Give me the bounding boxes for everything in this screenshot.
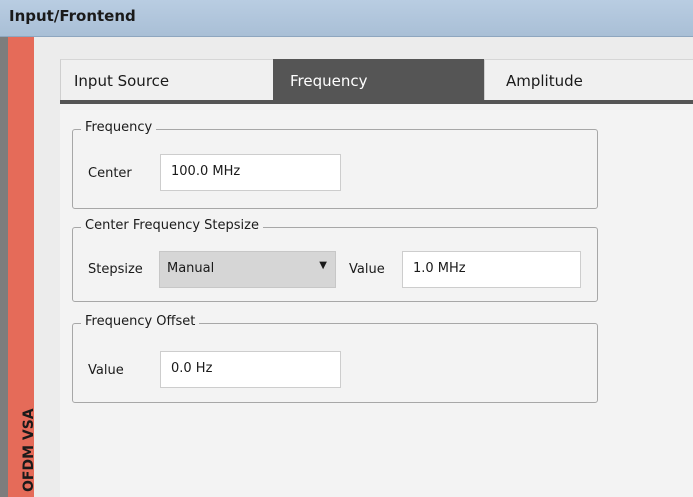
frequency-panel: Frequency Center 100.0 MHz Center Freque… <box>60 104 693 497</box>
frequency-offset-input[interactable]: 0.0 Hz <box>160 351 341 388</box>
stepsize-dropdown[interactable]: Manual ▼ <box>159 251 336 288</box>
window-title: Input/Frontend <box>9 7 136 25</box>
tab-label: Amplitude <box>506 72 583 90</box>
stepsize-group-title: Center Frequency Stepsize <box>81 218 263 233</box>
tab-frequency[interactable]: Frequency <box>273 59 484 103</box>
frequency-offset-group-title: Frequency Offset <box>81 314 200 329</box>
offset-value-label: Value <box>88 363 124 378</box>
stepsize-label: Stepsize <box>88 262 143 277</box>
title-bar: Input/Frontend <box>0 0 693 37</box>
tab-input-source[interactable]: Input Source <box>60 59 273 103</box>
chevron-down-icon: ▼ <box>319 260 327 271</box>
left-edge-strip <box>0 37 8 497</box>
stepsize-group: Center Frequency Stepsize Stepsize Manua… <box>72 218 598 302</box>
stepsize-value-input[interactable]: 1.0 MHz <box>402 251 581 288</box>
center-label: Center <box>88 166 132 181</box>
stepsize-selected-value: Manual <box>167 261 215 276</box>
tab-amplitude[interactable]: Amplitude <box>484 59 693 103</box>
frequency-offset-group: Frequency Offset Value 0.0 Hz <box>72 314 598 403</box>
frequency-group-title: Frequency <box>81 120 157 135</box>
tab-label: Input Source <box>74 72 170 90</box>
frequency-group: Frequency Center 100.0 MHz <box>72 120 598 209</box>
dialog-window: Input/Frontend OFDM VSA Input Source Fre… <box>0 0 693 497</box>
tab-strip: Input Source Frequency Amplitude <box>60 59 693 103</box>
center-frequency-input[interactable]: 100.0 MHz <box>160 154 341 191</box>
stepsize-value-label: Value <box>349 262 385 277</box>
tab-label: Frequency <box>290 72 368 90</box>
